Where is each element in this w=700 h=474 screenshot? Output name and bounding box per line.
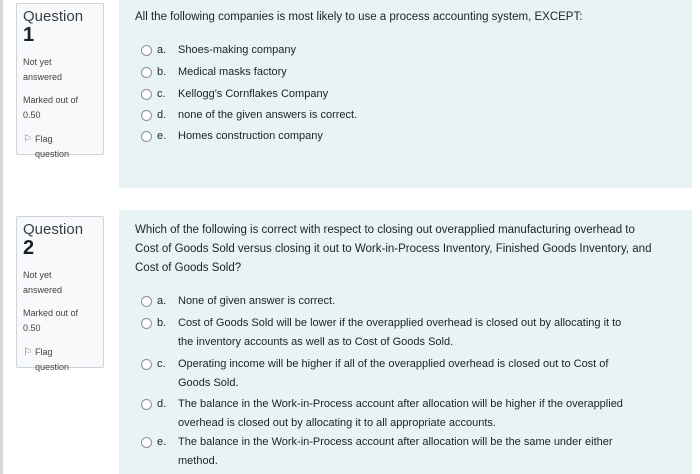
answer-option-c[interactable]: c. Operating income will be higher if al… <box>141 355 608 393</box>
radio-button[interactable] <box>141 318 152 329</box>
flag-icon: ⚐ <box>23 134 32 145</box>
radio-button[interactable] <box>141 296 152 307</box>
state-line-1: Not yet <box>23 270 52 280</box>
option-line-2: the inventory accounts as well as to Cos… <box>178 336 454 348</box>
radio-button[interactable] <box>141 89 152 100</box>
option-line-1: The balance in the Work-in-Process accou… <box>178 398 623 410</box>
radio-button[interactable] <box>141 131 152 142</box>
state-line-2: answered <box>23 285 63 295</box>
question-text-line-1: Which of the following is correct with r… <box>135 224 635 236</box>
option-line-1: The balance in the Work-in-Process accou… <box>178 436 613 448</box>
answer-option-d[interactable]: d. The balance in the Work-in-Process ac… <box>141 395 623 433</box>
answer-option-a[interactable]: a. Shoes-making company <box>141 41 296 60</box>
question-1-info: Question 1 Not yet answered Marked out o… <box>16 3 104 159</box>
question-2-content: Which of the following is correct with r… <box>119 210 692 474</box>
radio-button[interactable] <box>141 45 152 56</box>
option-text: none of the given answers is correct. <box>178 109 358 121</box>
option-text: Homes construction company <box>178 130 323 142</box>
option-text: None of given answer is correct. <box>178 292 335 311</box>
flag-text: Flag question <box>35 345 69 375</box>
answer-option-b[interactable]: b. Medical masks factory <box>141 63 287 82</box>
option-line-2: method. <box>178 455 218 467</box>
left-edge-bar <box>0 0 3 474</box>
option-letter: e. <box>157 436 167 448</box>
flag-question-link[interactable]: ⚐ Flag question <box>23 132 97 162</box>
option-text: The balance in the Work-in-Process accou… <box>178 433 613 471</box>
question-mark: Marked out of 0.50 <box>23 306 97 336</box>
answer-option-b[interactable]: b. Cost of Goods Sold will be lower if t… <box>141 314 621 352</box>
question-state: Not yet answered <box>23 55 97 85</box>
question-text: Which of the following is correct with r… <box>135 221 651 278</box>
option-line-2: Goods Sold. <box>178 377 239 389</box>
option-line-1: None of given answer is correct. <box>178 295 336 307</box>
question-number: 2 <box>23 237 35 259</box>
radio-button[interactable] <box>141 67 152 78</box>
option-letter: d. <box>157 398 167 410</box>
radio-button[interactable] <box>141 399 152 410</box>
option-letter: c. <box>157 88 166 100</box>
answer-option-a[interactable]: a. None of given answer is correct. <box>141 292 335 311</box>
question-number: 1 <box>23 24 35 46</box>
option-line-2: overhead is closed out by allocating it … <box>178 417 496 429</box>
option-letter: a. <box>157 44 167 56</box>
option-line-1: Operating income will be higher if all o… <box>178 358 609 370</box>
question-text: All the following companies is most like… <box>135 11 583 23</box>
mark-line-2: 0.50 <box>23 323 41 333</box>
option-text: Medical masks factory <box>178 66 287 78</box>
question-label: Question <box>23 221 84 238</box>
flag-line-1: Flag <box>35 347 53 357</box>
answer-option-e[interactable]: e. Homes construction company <box>141 127 323 146</box>
mark-line-1: Marked out of <box>23 308 79 318</box>
option-text: Shoes-making company <box>178 44 297 56</box>
option-letter: a. <box>157 295 167 307</box>
option-letter: b. <box>157 317 167 329</box>
flag-line-2: question <box>35 362 70 372</box>
option-letter: d. <box>157 109 167 121</box>
answer-option-c[interactable]: c. Kellogg's Cornflakes Company <box>141 85 328 104</box>
flag-icon: ⚐ <box>23 347 32 358</box>
flag-line-2: question <box>35 149 70 159</box>
option-text: Cost of Goods Sold will be lower if the … <box>178 314 621 352</box>
option-letter: e. <box>157 130 167 142</box>
question-2-info: Question 2 Not yet answered Marked out o… <box>16 216 104 372</box>
flag-text: Flag question <box>35 132 69 162</box>
option-letter: c. <box>157 358 166 370</box>
flag-line-1: Flag <box>35 134 53 144</box>
question-1-content: All the following companies is most like… <box>119 0 692 188</box>
state-line-1: Not yet <box>23 57 52 67</box>
mark-line-2: 0.50 <box>23 110 41 120</box>
mark-line-1: Marked out of <box>23 95 79 105</box>
option-text: The balance in the Work-in-Process accou… <box>178 395 623 433</box>
radio-button[interactable] <box>141 437 152 448</box>
option-text: Kellogg's Cornflakes Company <box>178 88 329 100</box>
flag-question-link[interactable]: ⚐ Flag question <box>23 345 97 375</box>
question-mark: Marked out of 0.50 <box>23 93 97 123</box>
option-line-1: Cost of Goods Sold will be lower if the … <box>178 317 622 329</box>
answer-option-d[interactable]: d. none of the given answers is correct. <box>141 106 357 125</box>
radio-button[interactable] <box>141 110 152 121</box>
question-state: Not yet answered <box>23 268 97 298</box>
question-text-line-2: Cost of Goods Sold versus closing it out… <box>135 243 652 255</box>
option-letter: b. <box>157 66 167 78</box>
answer-option-e[interactable]: e. The balance in the Work-in-Process ac… <box>141 433 613 471</box>
question-label: Question <box>23 8 84 25</box>
radio-button[interactable] <box>141 359 152 370</box>
state-line-2: answered <box>23 72 63 82</box>
question-text-line-3: Cost of Goods Sold? <box>135 262 242 274</box>
option-text: Operating income will be higher if all o… <box>178 355 608 393</box>
